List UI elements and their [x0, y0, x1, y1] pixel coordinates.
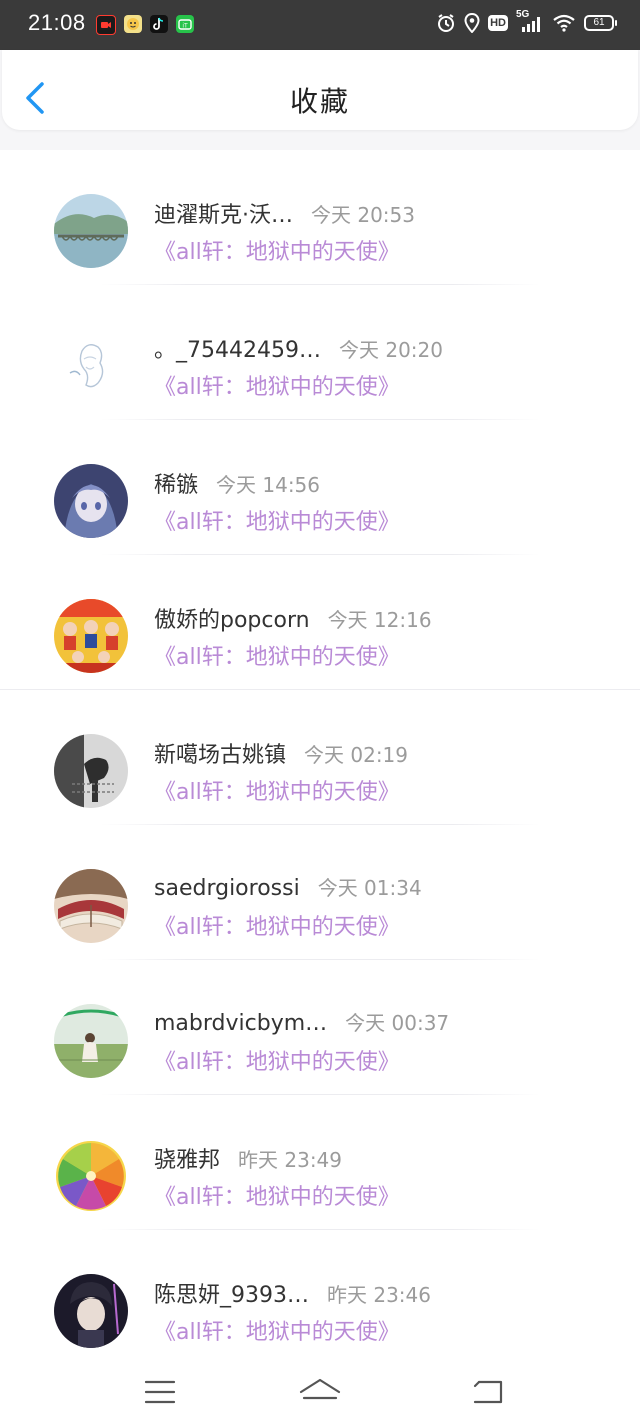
list-item[interactable]: 迪濯斯克·沃… 今天 20:53 《all轩：地狱中的天使》 [0, 150, 640, 285]
list-item[interactable]: 。_75442459… 今天 20:20 《all轩：地狱中的天使》 [0, 285, 640, 420]
avatar [54, 599, 128, 673]
avatar [54, 194, 128, 268]
back-icon [473, 1380, 503, 1404]
username: saedrgiorossi [154, 876, 300, 901]
username: 稀镞 [154, 473, 199, 498]
timestamp: 今天 00:37 [345, 1011, 450, 1035]
tiktok-icon [150, 15, 168, 33]
avatar [54, 1274, 128, 1348]
username: 迪濯斯克·沃… [154, 203, 293, 228]
username: mabrdvicbym… [154, 1011, 328, 1036]
face-app-icon [124, 15, 142, 33]
username: 傲娇的popcorn [154, 608, 310, 633]
item-meta: 傲娇的popcorn 今天 12:16 [154, 602, 432, 634]
location-icon [464, 13, 480, 33]
video-app-icon [96, 15, 116, 35]
list-item[interactable]: 骁雅邦 昨天 23:49 《all轩：地狱中的天使》 [0, 1095, 640, 1230]
avatar [54, 734, 128, 808]
story-link[interactable]: 《all轩：地狱中的天使》 [154, 369, 400, 401]
alarm-icon [436, 13, 456, 33]
story-link[interactable]: 《all轩：地狱中的天使》 [154, 504, 400, 536]
item-meta: 陈思妍_9393… 昨天 23:46 [154, 1277, 431, 1309]
notification-icons: iT [96, 15, 194, 35]
story-link[interactable]: 《all轩：地狱中的天使》 [154, 909, 400, 941]
wifi-icon [552, 14, 576, 32]
page-title: 收藏 [289, 85, 350, 118]
timestamp: 昨天 23:46 [327, 1283, 431, 1307]
item-meta: 骁雅邦 昨天 23:49 [154, 1142, 342, 1174]
story-link[interactable]: 《all轩：地狱中的天使》 [154, 1314, 400, 1346]
back-nav-button[interactable] [466, 1372, 510, 1412]
menu-button[interactable] [138, 1372, 182, 1412]
story-link[interactable]: 《all轩：地狱中的天使》 [154, 774, 400, 806]
list-item[interactable]: 新噶场古姚镇 今天 02:19 《all轩：地狱中的天使》 [0, 690, 640, 825]
status-indicators: HD 5G 61 [436, 9, 617, 33]
story-link[interactable]: 《all轩：地狱中的天使》 [154, 1179, 400, 1211]
username: 骁雅邦 [154, 1148, 221, 1173]
list-item[interactable]: 稀镞 今天 14:56 《all轩：地狱中的天使》 [0, 420, 640, 555]
home-icon [299, 1378, 341, 1400]
timestamp: 今天 20:20 [338, 338, 443, 362]
item-meta: 新噶场古姚镇 今天 02:19 [154, 737, 408, 769]
home-button[interactable] [298, 1372, 342, 1412]
username: 。_75442459… [154, 338, 321, 363]
avatar [54, 869, 128, 943]
timestamp: 今天 20:53 [311, 203, 415, 227]
app-header: 收藏 [0, 50, 640, 150]
story-link[interactable]: 《all轩：地狱中的天使》 [154, 1044, 400, 1076]
list-item[interactable]: 陈思妍_9393… 昨天 23:46 《all轩：地狱中的天使》 [0, 1230, 640, 1365]
avatar [54, 464, 128, 538]
timestamp: 今天 12:16 [327, 608, 432, 632]
list-item[interactable]: mabrdvicbym… 今天 00:37 《all轩：地狱中的天使》 [0, 960, 640, 1095]
item-meta: 稀镞 今天 14:56 [154, 467, 320, 499]
timestamp: 今天 01:34 [317, 876, 422, 900]
timestamp: 昨天 23:49 [238, 1148, 343, 1172]
username: 新噶场古姚镇 [154, 743, 287, 768]
timestamp: 今天 02:19 [304, 743, 409, 767]
item-meta: saedrgiorossi 今天 01:34 [154, 872, 422, 901]
tv-app-icon: iT [176, 15, 194, 33]
list-item[interactable]: 傲娇的popcorn 今天 12:16 《all轩：地狱中的天使》 [0, 555, 640, 690]
item-meta: 迪濯斯克·沃… 今天 20:53 [154, 197, 415, 229]
avatar [54, 1004, 128, 1078]
svg-text:iT: iT [182, 23, 188, 30]
timestamp: 今天 14:56 [216, 473, 321, 497]
status-bar: 21:08 iT HD 5G 61 [0, 0, 640, 50]
bottom-navigation [0, 1362, 640, 1427]
avatar [54, 1139, 128, 1213]
battery-icon: 61 [584, 15, 617, 31]
favorites-list: 迪濯斯克·沃… 今天 20:53 《all轩：地狱中的天使》 。_7544245… [0, 150, 640, 1365]
story-link[interactable]: 《all轩：地狱中的天使》 [154, 234, 400, 266]
avatar [54, 329, 128, 403]
story-link[interactable]: 《all轩：地狱中的天使》 [154, 639, 400, 671]
signal-icon: 5G [516, 9, 544, 33]
username: 陈思妍_9393… [154, 1283, 309, 1308]
list-item[interactable]: saedrgiorossi 今天 01:34 《all轩：地狱中的天使》 [0, 825, 640, 960]
menu-icon [144, 1380, 176, 1404]
status-time: 21:08 [28, 10, 86, 35]
hd-badge: HD [488, 15, 508, 31]
item-meta: 。_75442459… 今天 20:20 [154, 332, 443, 364]
header-card: 收藏 [2, 50, 638, 130]
item-meta: mabrdvicbym… 今天 00:37 [154, 1007, 449, 1036]
